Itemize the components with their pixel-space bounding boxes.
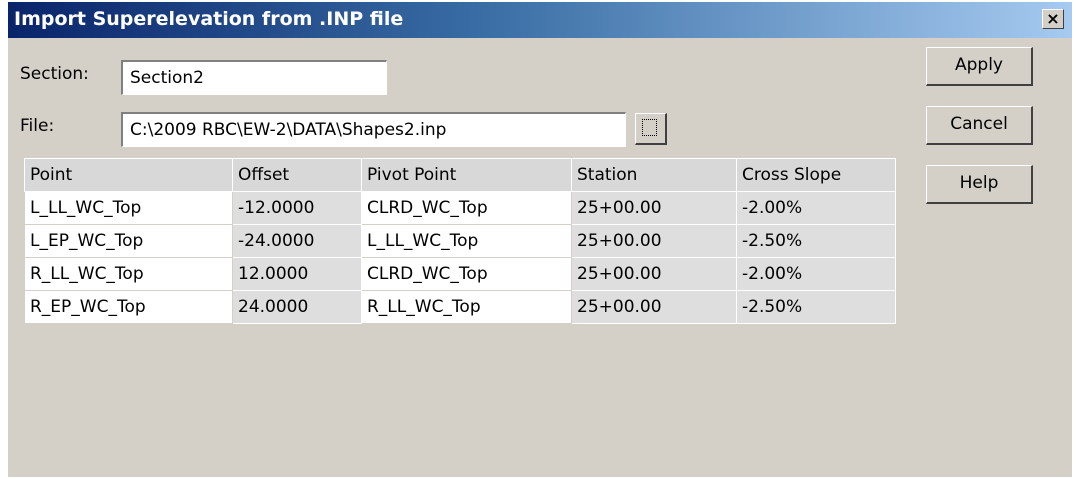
column-header-point[interactable]: Point xyxy=(24,158,233,192)
cell-pivot-point[interactable]: L_LL_WC_Top xyxy=(361,224,572,258)
section-label: Section: xyxy=(20,64,89,84)
cell-cross-slope[interactable]: -2.00% xyxy=(736,191,896,225)
table-header-row: Point Offset Pivot Point Station Cross S… xyxy=(24,158,896,192)
cell-station[interactable]: 25+00.00 xyxy=(571,290,737,324)
file-path-field[interactable]: C:\2009 RBC\EW-2\DATA\Shapes2.inp xyxy=(121,112,626,147)
table-row[interactable]: L_EP_WC_Top -24.0000 L_LL_WC_Top 25+00.0… xyxy=(24,224,896,258)
cell-offset[interactable]: -24.0000 xyxy=(232,224,362,258)
close-icon: × xyxy=(1046,9,1060,28)
cell-pivot-point[interactable]: CLRD_WC_Top xyxy=(361,257,572,291)
cell-offset[interactable]: -12.0000 xyxy=(232,191,362,225)
cell-cross-slope[interactable]: -2.50% xyxy=(736,290,896,324)
cell-point[interactable]: L_LL_WC_Top xyxy=(24,191,233,225)
dialog-window: Import Superelevation from .INP file × S… xyxy=(8,2,1072,477)
cell-point[interactable]: R_EP_WC_Top xyxy=(24,290,233,324)
title-bar[interactable]: Import Superelevation from .INP file × xyxy=(8,2,1072,38)
section-field[interactable]: Section2 xyxy=(121,60,387,95)
cell-station[interactable]: 25+00.00 xyxy=(571,191,737,225)
browse-icon xyxy=(642,119,657,136)
window-title: Import Superelevation from .INP file xyxy=(14,8,404,30)
column-header-station[interactable]: Station xyxy=(571,158,737,192)
cell-cross-slope[interactable]: -2.50% xyxy=(736,224,896,258)
table-row[interactable]: L_LL_WC_Top -12.0000 CLRD_WC_Top 25+00.0… xyxy=(24,191,896,225)
column-header-pivot-point[interactable]: Pivot Point xyxy=(361,158,572,192)
apply-button[interactable]: Apply xyxy=(926,47,1033,86)
cell-pivot-point[interactable]: R_LL_WC_Top xyxy=(361,290,572,324)
help-button[interactable]: Help xyxy=(926,165,1033,204)
cell-point[interactable]: R_LL_WC_Top xyxy=(24,257,233,291)
superelevation-table: Point Offset Pivot Point Station Cross S… xyxy=(24,158,896,324)
close-button[interactable]: × xyxy=(1042,9,1064,29)
file-label: File: xyxy=(20,116,55,136)
table-row[interactable]: R_LL_WC_Top 12.0000 CLRD_WC_Top 25+00.00… xyxy=(24,257,896,291)
cancel-button[interactable]: Cancel xyxy=(926,106,1033,145)
cell-station[interactable]: 25+00.00 xyxy=(571,257,737,291)
browse-button[interactable] xyxy=(635,113,667,145)
column-header-cross-slope[interactable]: Cross Slope xyxy=(736,158,896,192)
column-header-offset[interactable]: Offset xyxy=(232,158,362,192)
cell-point[interactable]: L_EP_WC_Top xyxy=(24,224,233,258)
cell-pivot-point[interactable]: CLRD_WC_Top xyxy=(361,191,572,225)
table-row[interactable]: R_EP_WC_Top 24.0000 R_LL_WC_Top 25+00.00… xyxy=(24,290,896,324)
cell-offset[interactable]: 24.0000 xyxy=(232,290,362,324)
cell-cross-slope[interactable]: -2.00% xyxy=(736,257,896,291)
cell-offset[interactable]: 12.0000 xyxy=(232,257,362,291)
cell-station[interactable]: 25+00.00 xyxy=(571,224,737,258)
